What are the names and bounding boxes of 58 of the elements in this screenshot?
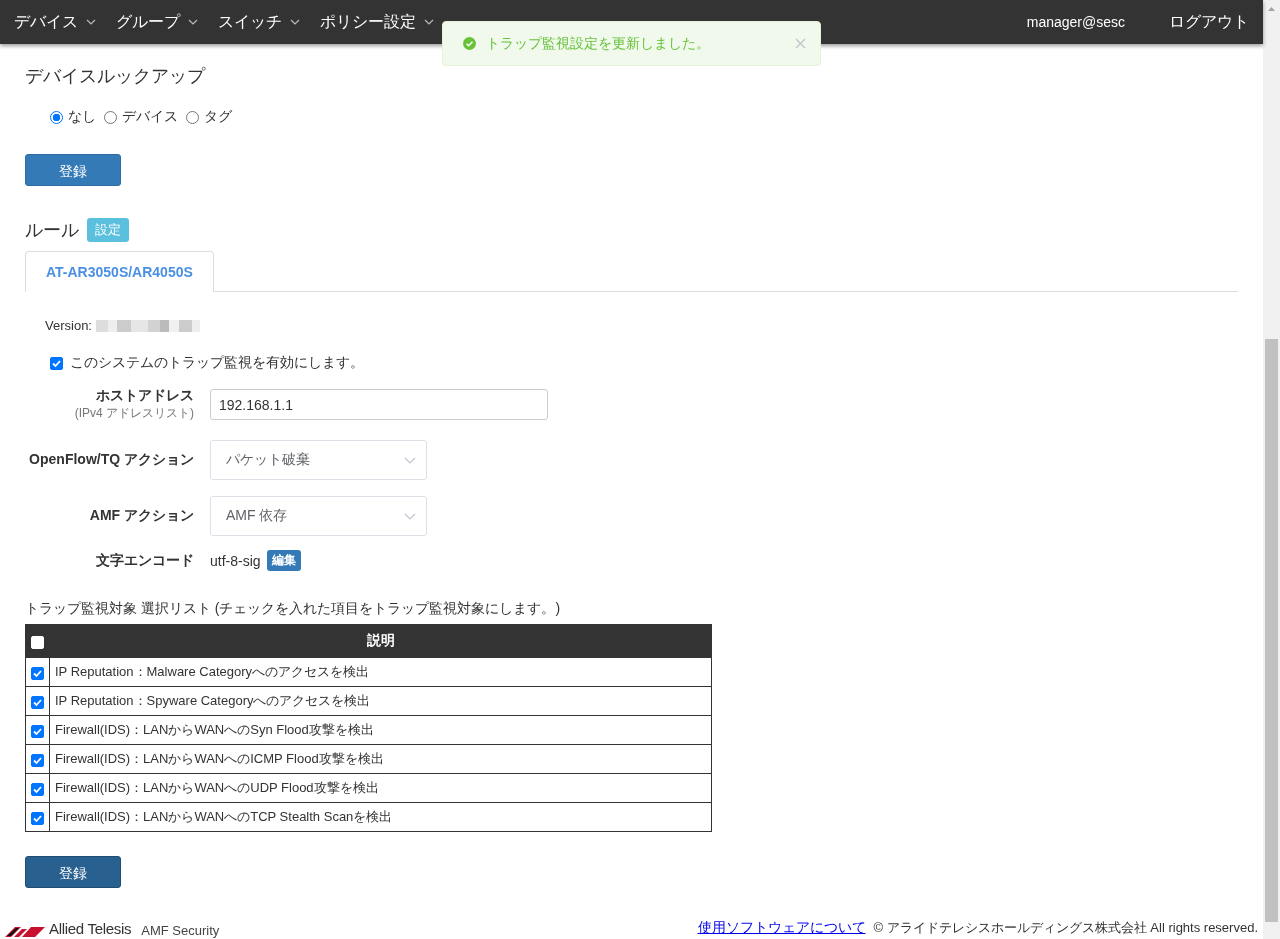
copyright: © アライドテレシスホールディングス株式会社 All rights reserved.: [873, 919, 1258, 937]
brand-name: Allied Telesis: [49, 920, 132, 937]
field-label: ホストアドレス: [96, 387, 194, 405]
submit-button[interactable]: 登録: [25, 154, 121, 186]
nav-menu[interactable]: スイッチ: [218, 11, 300, 33]
list-title: トラップ監視対象 選択リスト (チェックを入れた項目をトラップ監視対象にします。): [25, 600, 562, 618]
checkbox[interactable]: [31, 782, 44, 796]
checkbox[interactable]: [31, 753, 44, 767]
nav-menu[interactable]: グループ: [116, 11, 198, 33]
radio-label[interactable]: タグ: [204, 108, 232, 126]
chevron-down-icon: [404, 456, 416, 464]
column-header: 説明: [49, 624, 712, 658]
logout-link[interactable]: ログアウト: [1169, 11, 1249, 33]
table-cell: Firewall(IDS)：LANからWANへのTCP Stealth Scanを検出: [49, 802, 712, 832]
success-icon: [463, 37, 476, 50]
table-cell: Firewall(IDS)：LANからWANへのSyn Flood攻撃を検出: [49, 715, 712, 745]
radio-label[interactable]: デバイス: [122, 108, 178, 126]
logo-icon: [5, 925, 45, 937]
version-label: Version:: [45, 318, 92, 333]
radio-button[interactable]: [104, 110, 117, 124]
table-cell: Firewall(IDS)：LANからWANへのUDP Flood攻撃を検出: [49, 773, 712, 803]
user-name: manager@sesc: [1026, 14, 1125, 30]
chevron-down-icon: [424, 19, 434, 25]
radio-button[interactable]: [186, 110, 199, 124]
radio-label[interactable]: なし: [68, 108, 96, 126]
chevron-down-icon: [290, 19, 300, 25]
input-field[interactable]: 192.168.1.1: [210, 389, 548, 420]
submit-button[interactable]: 登録: [25, 856, 121, 888]
section-title: デバイスルックアップ: [25, 65, 207, 88]
table-cell: IP Reputation：Malware Categoryへのアクセスを検出: [49, 657, 712, 687]
table-cell: Firewall(IDS)：LANからWANへのICMP Flood攻撃を検出: [49, 744, 712, 774]
edit-button[interactable]: 編集: [266, 550, 301, 571]
software-link[interactable]: 使用ソフトウェアについて: [697, 919, 866, 937]
field-value: utf-8-sig: [210, 552, 261, 569]
nav-menu[interactable]: デバイス: [14, 11, 96, 33]
checkbox[interactable]: [31, 811, 44, 825]
table-cell: IP Reputation：Spyware Categoryへのアクセスを検出: [49, 686, 712, 716]
radio-button[interactable]: [50, 110, 63, 124]
dropdown[interactable]: パケット破棄: [210, 440, 427, 480]
checkbox[interactable]: [50, 356, 63, 370]
nav-menu[interactable]: ポリシー設定: [320, 11, 434, 33]
chevron-down-icon: [86, 19, 96, 25]
scroll-up-icon[interactable]: [1268, 6, 1275, 11]
chevron-down-icon: [404, 512, 416, 520]
checkbox-label[interactable]: このシステムのトラップ監視を有効にします。: [70, 354, 364, 372]
checkbox[interactable]: [31, 724, 44, 738]
checkbox[interactable]: [31, 695, 44, 709]
product-name: AMF Security: [141, 923, 220, 938]
chevron-down-icon: [188, 19, 198, 25]
dropdown[interactable]: AMF 依存: [210, 496, 427, 536]
field-label: OpenFlow/TQ アクション: [29, 451, 194, 469]
toast-message: トラップ監視設定を更新しました。: [486, 34, 711, 53]
section-title: ルール: [25, 219, 79, 242]
field-label: 文字エンコード: [96, 551, 194, 570]
scrollbar-thumb[interactable]: [1265, 339, 1278, 922]
field-label: AMF アクション: [89, 507, 194, 525]
checkbox[interactable]: [31, 666, 44, 680]
field-hint: (IPv4 アドレスリスト): [74, 405, 194, 422]
